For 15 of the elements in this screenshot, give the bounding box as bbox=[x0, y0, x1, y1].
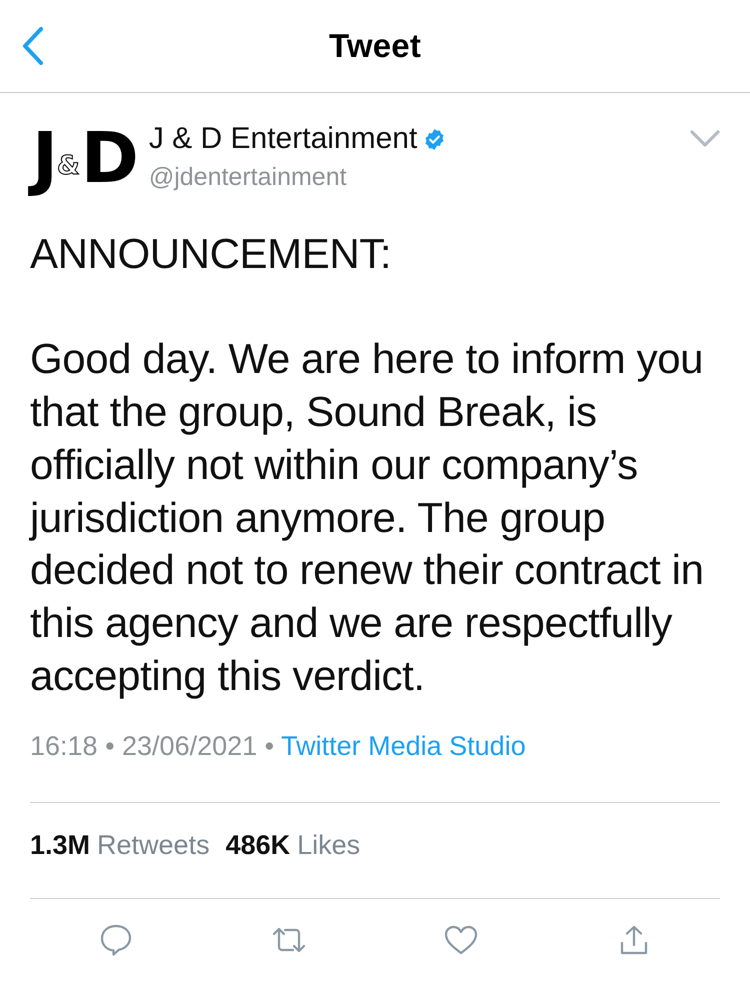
tweet-text: Good day. We are here to inform you that the group, Sound Break, is officially not within our company’s jurisdiction anymore. The group decided not to renew their contract in this agency and we are respectfully accepting this verdict. bbox=[30, 334, 705, 701]
back-chevron-icon bbox=[21, 26, 45, 66]
tweet-text: ANNOUNCEMENT: bbox=[30, 229, 392, 279]
stat-label: Likes bbox=[297, 829, 360, 862]
stat-count: 486K bbox=[226, 829, 290, 862]
stat-label: Retweets bbox=[97, 829, 210, 862]
timestamp: 16:18 • 23/06/2021 • bbox=[30, 730, 274, 762]
author-name: J & D Entertainment bbox=[148, 122, 418, 156]
author-handle: @jdentertainment bbox=[148, 163, 348, 192]
stat-count: 1.3M bbox=[30, 829, 90, 862]
caret-icon bbox=[690, 129, 720, 149]
page-title: Tweet bbox=[328, 27, 422, 65]
source-link[interactable]: Twitter Media Studio bbox=[281, 730, 526, 762]
back-button[interactable] bbox=[21, 26, 45, 66]
more-button[interactable] bbox=[690, 129, 720, 149]
